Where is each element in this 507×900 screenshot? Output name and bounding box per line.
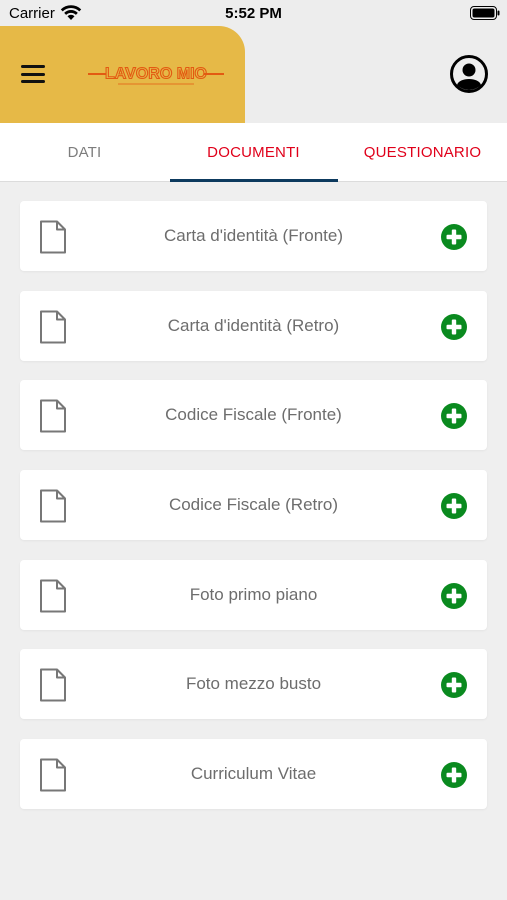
document-row[interactable]: Foto primo piano <box>20 559 487 630</box>
brand-panel: LAVORO MIO <box>0 26 245 123</box>
logo-text: LAVORO MIO <box>105 66 207 83</box>
add-icon[interactable] <box>440 671 468 699</box>
document-row[interactable]: Foto mezzo busto <box>20 649 487 720</box>
document-icon <box>40 758 66 792</box>
document-row[interactable]: Carta d'identità (Retro) <box>20 290 487 361</box>
document-row[interactable]: Codice Fiscale (Retro) <box>20 470 487 541</box>
document-icon <box>40 399 66 433</box>
add-icon[interactable] <box>440 582 468 610</box>
app-header: LAVORO MIO <box>0 26 507 123</box>
document-label: Carta d'identità (Fronte) <box>164 226 343 245</box>
document-row[interactable]: Curriculum Vitae <box>20 739 487 810</box>
document-icon <box>40 579 66 613</box>
active-tab-indicator <box>170 179 338 182</box>
add-icon[interactable] <box>440 223 468 251</box>
document-label: Carta d'identità (Retro) <box>167 315 340 335</box>
document-icon <box>40 489 66 523</box>
profile-icon[interactable] <box>450 55 488 93</box>
menu-icon[interactable] <box>21 65 45 83</box>
document-label: Codice Fiscale (Fronte) <box>165 405 342 425</box>
document-label: Curriculum Vitae <box>190 764 317 784</box>
tab-questionario[interactable]: QUESTIONARIO <box>338 123 507 182</box>
app-logo: LAVORO MIO <box>88 64 224 85</box>
add-icon[interactable] <box>440 761 468 789</box>
document-icon <box>40 310 66 344</box>
battery-icon <box>470 6 500 20</box>
document-row[interactable]: Carta d'identità (Fronte) <box>20 201 487 271</box>
document-list: Carta d'identità (Fronte) Carta d'identi… <box>20 201 487 829</box>
status-time: 5:52 PM <box>225 5 282 22</box>
status-bar: Carrier 5:52 PM <box>0 0 507 26</box>
add-icon[interactable] <box>440 402 468 430</box>
document-label: Foto mezzo busto <box>185 674 322 694</box>
document-icon <box>40 668 66 702</box>
document-label: Codice Fiscale (Retro) <box>168 495 339 515</box>
tab-documenti[interactable]: DOCUMENTI <box>169 123 338 182</box>
document-icon <box>40 220 66 254</box>
document-row[interactable]: Codice Fiscale (Fronte) <box>20 380 487 451</box>
tab-dati[interactable]: DATI <box>0 123 169 182</box>
document-label: Foto primo piano <box>189 584 318 604</box>
tab-bar: DATI DOCUMENTI QUESTIONARIO <box>0 123 507 182</box>
add-icon[interactable] <box>440 492 468 520</box>
add-icon[interactable] <box>440 313 468 341</box>
